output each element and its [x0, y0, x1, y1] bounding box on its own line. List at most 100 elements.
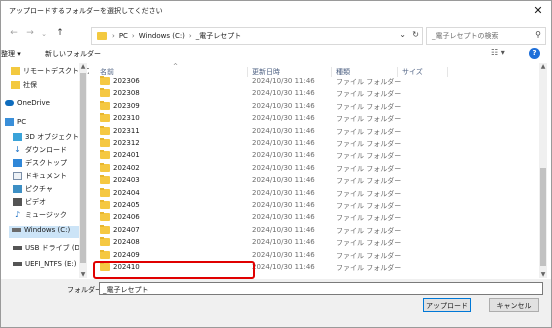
list-item[interactable]: 202407 2024/10/30 11:46 ファイル フォルダー — [91, 224, 537, 236]
file-name[interactable]: 202311 — [113, 127, 140, 135]
list-item[interactable]: 202312 2024/10/30 11:46 ファイル フォルダー — [91, 137, 537, 149]
file-date: 2024/10/30 11:46 — [252, 263, 315, 271]
file-type: ファイル フォルダー — [336, 164, 402, 173]
upload-button[interactable]: アップロード — [423, 298, 471, 312]
folder-name-field[interactable]: _電子レセプト — [99, 282, 543, 295]
close-icon[interactable]: ✕ — [531, 4, 545, 18]
list-item[interactable]: 202309 2024/10/30 11:46 ファイル フォルダー — [91, 100, 537, 112]
sidebar-item-desktop[interactable]: デスクトップ — [13, 158, 67, 170]
sidebar-scrollbar[interactable]: ▲ ▼ — [79, 63, 87, 278]
folder-icon — [100, 138, 110, 147]
file-date: 2024/10/30 11:46 — [252, 77, 315, 85]
folder-icon — [100, 76, 110, 85]
folder-icon — [100, 88, 110, 98]
search-box[interactable]: _電子レセプトの検索 ⚲ — [426, 27, 546, 45]
sidebar-item-onedrive[interactable]: OneDrive — [5, 99, 50, 111]
scroll-up-icon[interactable]: ▲ — [539, 63, 547, 70]
file-date: 2024/10/30 11:46 — [252, 176, 315, 185]
scroll-up-icon[interactable]: ▲ — [79, 63, 87, 70]
search-icon[interactable]: ⚲ — [535, 30, 541, 39]
up-arrow-icon[interactable]: ↑ — [53, 28, 67, 38]
list-item[interactable]: 202405 2024/10/30 11:46 ファイル フォルダー — [91, 199, 537, 211]
file-name[interactable]: 202404 — [113, 189, 140, 197]
back-arrow-icon[interactable]: ← — [7, 28, 21, 38]
scrollbar-thumb[interactable] — [80, 73, 86, 263]
sidebar-item-3d-objects[interactable]: 3D オブジェクト — [13, 132, 79, 144]
file-name[interactable]: 202407 — [113, 226, 140, 234]
recent-locations-icon[interactable]: ⌄ — [37, 30, 51, 38]
file-name[interactable]: 202406 — [113, 213, 140, 221]
folder-icon — [100, 162, 110, 172]
sidebar-item-usb-d[interactable]: USB ドライブ (D:) — [13, 243, 85, 255]
organize-button[interactable]: 整理 ▾ — [1, 49, 21, 59]
scroll-down-icon[interactable]: ▼ — [539, 271, 547, 278]
list-item[interactable]: 202308 2024/10/30 11:46 ファイル フォルダー — [91, 87, 537, 99]
file-name[interactable]: 202401 — [113, 151, 140, 159]
file-date: 2024/10/30 11:46 — [252, 126, 315, 135]
sidebar-item-remote-desktop[interactable]: リモートデスクトップ ^ — [11, 66, 89, 78]
file-name[interactable]: 202402 — [113, 164, 140, 172]
list-item[interactable]: 202404 2024/10/30 11:46 ファイル フォルダー — [91, 187, 537, 199]
file-type: ファイル フォルダー — [336, 115, 402, 124]
file-date: 2024/10/30 11:46 — [252, 151, 315, 160]
breadcrumb: › PC › Windows (C:) › _電子レセプト — [112, 32, 242, 40]
list-item[interactable]: 202409 2024/10/30 11:46 ファイル フォルダー — [91, 249, 537, 261]
sidebar-item-documents[interactable]: ドキュメント — [13, 171, 67, 183]
file-type: ファイル フォルダー — [336, 78, 402, 86]
3d-objects-icon — [13, 133, 22, 141]
file-name[interactable]: 202310 — [113, 114, 140, 122]
file-list-scrollbar[interactable]: ▲ ▼ — [539, 63, 547, 278]
sidebar-item-shaho[interactable]: 社保 — [11, 80, 37, 92]
folder-icon — [100, 125, 110, 135]
view-options-icon[interactable]: ☷ ▾ — [491, 48, 505, 57]
pc-icon — [5, 118, 14, 126]
folder-icon — [11, 67, 20, 75]
sidebar-item-downloads[interactable]: ↓ ダウンロード — [13, 145, 67, 157]
forward-arrow-icon[interactable]: → — [23, 28, 37, 38]
file-name[interactable]: 202309 — [113, 102, 140, 110]
cancel-button[interactable]: キャンセル — [489, 298, 539, 312]
file-name[interactable]: 202403 — [113, 176, 140, 184]
list-item[interactable]: 202310 2024/10/30 11:46 ファイル フォルダー — [91, 112, 537, 124]
file-name[interactable]: 202306 — [113, 77, 140, 85]
list-item[interactable]: 202403 2024/10/30 11:46 ファイル フォルダー — [91, 174, 537, 186]
sidebar-item-uefi-e[interactable]: UEFI_NTFS (E:) — [13, 260, 76, 272]
sidebar-item-music[interactable]: ♪ ミュージック — [13, 210, 67, 222]
scroll-down-icon[interactable]: ▼ — [79, 271, 87, 278]
breadcrumb-windows-c[interactable]: Windows (C:) — [139, 32, 185, 40]
file-name[interactable]: 202308 — [113, 89, 140, 97]
file-type: ファイル フォルダー — [336, 251, 402, 260]
scrollbar-thumb[interactable] — [540, 168, 546, 266]
breadcrumb-current[interactable]: _電子レセプト — [196, 32, 242, 40]
breadcrumb-pc[interactable]: PC — [119, 32, 128, 40]
file-name[interactable]: 202408 — [113, 238, 140, 246]
chevron-down-icon[interactable]: ⌄ — [399, 30, 406, 39]
videos-icon — [13, 198, 22, 206]
folder-icon — [100, 249, 110, 259]
file-name[interactable]: 202312 — [113, 139, 140, 147]
address-bar[interactable]: › PC › Windows (C:) › _電子レセプト ⌄ ↻ — [91, 27, 423, 45]
list-item[interactable]: 202306 2024/10/30 11:46 ファイル フォルダー — [91, 75, 537, 87]
folder-icon — [100, 200, 110, 209]
folder-name-value[interactable]: _電子レセプト — [103, 285, 149, 295]
list-item[interactable]: 202402 2024/10/30 11:46 ファイル フォルダー — [91, 162, 537, 174]
file-type: ファイル フォルダー — [336, 152, 402, 161]
list-item[interactable]: 202408 2024/10/30 11:46 ファイル フォルダー — [91, 236, 537, 248]
list-item[interactable]: 202311 2024/10/30 11:46 ファイル フォルダー — [91, 125, 537, 137]
sidebar-item-pc[interactable]: PC — [5, 118, 26, 130]
file-type: ファイル フォルダー — [336, 264, 402, 272]
sidebar-item-videos[interactable]: ビデオ — [13, 197, 46, 209]
file-type: ファイル フォルダー — [336, 214, 402, 223]
list-item[interactable]: 202406 2024/10/30 11:46 ファイル フォルダー — [91, 211, 537, 223]
search-input[interactable]: _電子レセプトの検索 — [432, 31, 499, 41]
file-name[interactable]: 202405 — [113, 201, 140, 209]
list-item[interactable]: 202401 2024/10/30 11:46 ファイル フォルダー — [91, 149, 537, 161]
sidebar-item-windows-c[interactable]: Windows (C:) — [9, 226, 79, 238]
new-folder-button[interactable]: 新しいフォルダー — [45, 49, 101, 59]
sidebar-item-pictures[interactable]: ピクチャ — [13, 184, 53, 196]
file-date: 2024/10/30 11:46 — [252, 114, 315, 123]
file-date: 2024/10/30 11:46 — [252, 225, 315, 234]
help-icon[interactable]: ? — [529, 48, 540, 59]
refresh-icon[interactable]: ↻ — [412, 30, 419, 39]
file-name[interactable]: 202409 — [113, 251, 140, 259]
